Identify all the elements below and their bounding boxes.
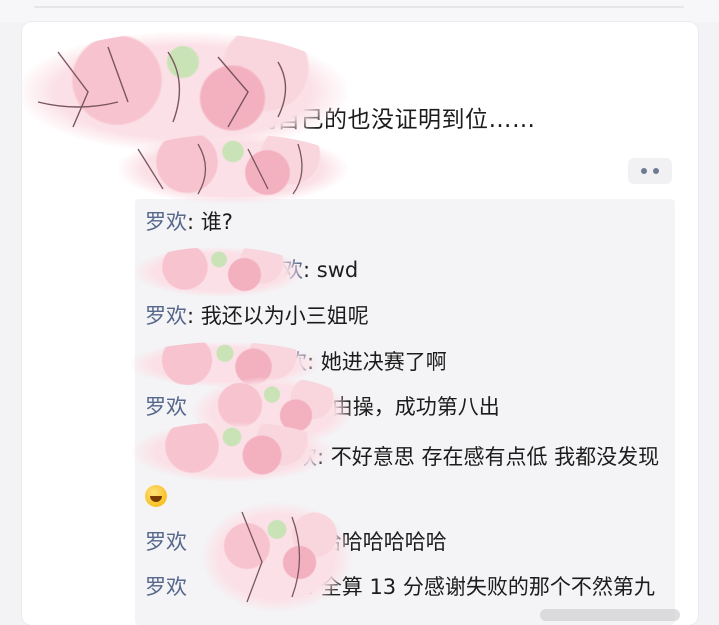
comment-text: 谁? (200, 210, 233, 234)
watermark (540, 609, 680, 621)
post-card: 唯一一次证明自己的也没证明到位…… 罗欢: 谁? 罗欢: swd 罗欢: 我还以… (22, 22, 698, 625)
comment[interactable]: 罗欢: 我还以为小三姐呢 (145, 301, 369, 331)
laughing-emoji-icon (145, 485, 167, 507)
commenter-name[interactable]: 罗欢 (145, 304, 187, 328)
comment-text: 全算 13 分感谢失败的那个不然第九 (320, 575, 655, 599)
commenter-name[interactable]: 罗欢 (145, 530, 187, 554)
sticker-decoration (202, 502, 352, 612)
sticker-decoration (132, 422, 332, 482)
commenter-name[interactable]: 罗欢 (145, 210, 187, 234)
more-dots-icon (641, 168, 647, 174)
comment-text: 她进决赛了啊 (320, 350, 447, 374)
commenter-name[interactable]: 罗欢 (145, 575, 187, 599)
sticker-decoration (134, 247, 304, 297)
comment-text: swd (316, 258, 359, 282)
comment-text: 不好意思 存在感有点低 我都没发现 (330, 445, 660, 469)
commenter-name[interactable]: 罗欢 (145, 395, 187, 419)
comment-text: 我还以为小三姐呢 (200, 304, 369, 328)
previous-post-edge (0, 0, 719, 22)
more-dots-icon (653, 168, 659, 174)
sticker-decoration (118, 134, 348, 204)
more-options-button[interactable] (628, 158, 672, 184)
comment[interactable]: 罗欢: 谁? (145, 207, 233, 237)
